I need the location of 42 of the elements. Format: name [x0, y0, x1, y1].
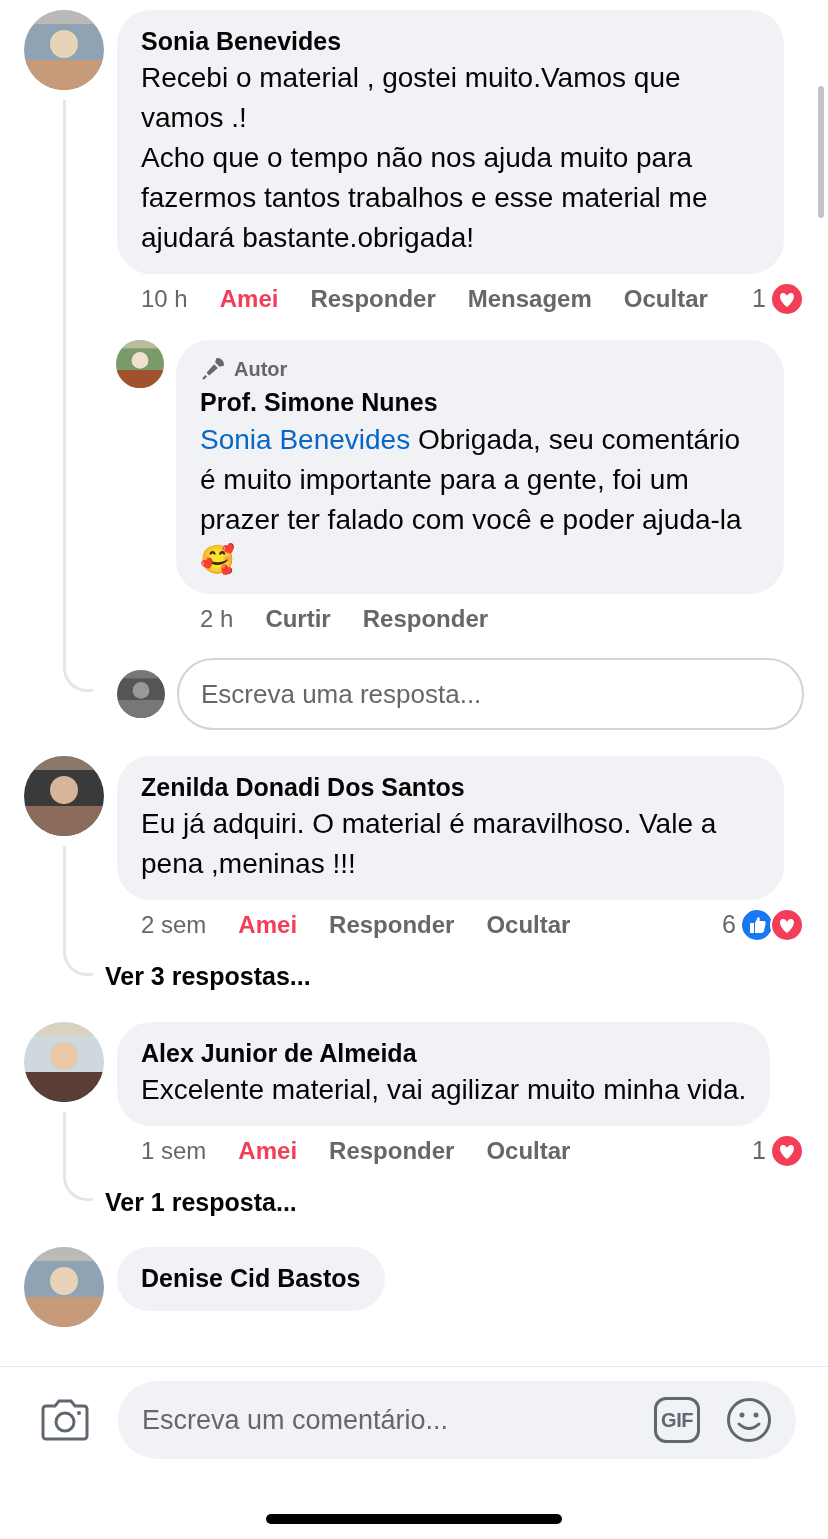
reaction-count: 6: [722, 909, 736, 941]
comment-text: Excelente material, vai agilizar muito minha vida.: [141, 1072, 747, 1107]
action-link[interactable]: Mensagem: [467, 281, 592, 317]
comment-time: 2 sem: [141, 910, 207, 940]
reply-input-field[interactable]: Escreva uma resposta...: [177, 658, 804, 730]
view-replies-link[interactable]: Ver 1 resposta...: [105, 1183, 297, 1221]
love-reaction-icon: [770, 1133, 804, 1168]
comment-time: 2 h: [200, 604, 234, 634]
action-link[interactable]: Ocultar: [623, 281, 708, 317]
comment-text: Eu já adquiri. O material é maravilhoso. Vale a pena ,meninas !!!: [141, 807, 718, 881]
reaction-count: 1: [752, 283, 766, 315]
gif-button[interactable]: GIF: [654, 1397, 700, 1443]
love-reaction-button[interactable]: Amei: [219, 281, 279, 317]
camera-icon[interactable]: [40, 1398, 90, 1442]
action-link[interactable]: Ocultar: [486, 1132, 571, 1169]
action-link[interactable]: Responder: [310, 281, 436, 317]
view-replies-link[interactable]: Ver 3 respostas...: [105, 958, 311, 996]
comment-text: Recebi o material , gostei muito.Vamos que vamos .! Acho que o tempo não nos ajuda muito para fazermos tantos trabalhos e esse material me ajudará bastante.obrigada!: [141, 61, 709, 255]
commenter-name[interactable]: Zenilda Donadi Dos Santos: [141, 770, 760, 804]
commenter-name[interactable]: Denise Cid Bastos: [141, 1261, 361, 1295]
action-link[interactable]: Responder: [329, 1132, 455, 1169]
author-label: Autor: [234, 357, 288, 382]
microphone-icon: [200, 356, 226, 382]
action-link[interactable]: Responder: [362, 601, 489, 637]
like-button[interactable]: Curtir: [265, 601, 331, 637]
commenter-name[interactable]: Prof. Simone Nunes: [200, 384, 760, 420]
reply-text: Sonia Benevides Obrigada, seu comentário é muito importante para a gente, foi um prazer ter falado com você e poder ajuda-la🥰: [200, 423, 743, 577]
action-link[interactable]: Ocultar: [486, 907, 571, 943]
commenter-name[interactable]: Sonia Benevides: [141, 24, 760, 58]
love-reaction-icon: [770, 282, 804, 316]
love-reaction-icon: [770, 908, 804, 942]
emoji-icon[interactable]: [726, 1397, 772, 1443]
love-reaction-button[interactable]: Amei: [238, 907, 298, 943]
love-reaction-button[interactable]: Amei: [238, 1132, 298, 1169]
action-link[interactable]: Responder: [329, 907, 455, 943]
like-reaction-icon: [740, 908, 774, 942]
comment-time: 1 sem: [141, 1135, 207, 1166]
commenter-name[interactable]: Alex Junior de Almeida: [141, 1035, 747, 1070]
comment-time: 10 h: [141, 284, 188, 314]
mention-link[interactable]: Sonia Benevides: [200, 424, 411, 455]
comment-input-field[interactable]: Escreva um comentário... GIF: [118, 1381, 796, 1459]
reaction-count: 1: [752, 1134, 766, 1166]
